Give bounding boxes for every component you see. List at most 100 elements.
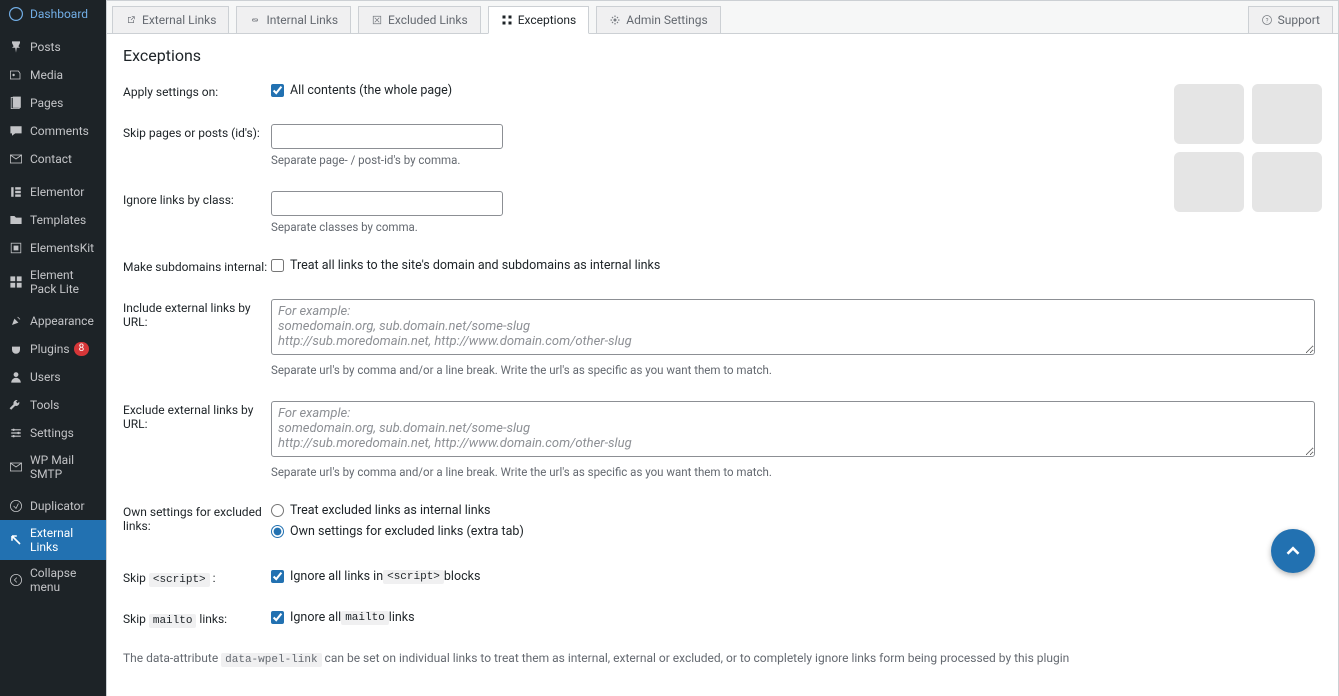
radio-treat-internal[interactable]: Treat excluded links as internal links: [271, 503, 1322, 518]
checkbox-subdomains[interactable]: Treat all links to the site's domain and…: [271, 258, 1322, 273]
sidebar-label: Posts: [30, 40, 61, 54]
tab-label: Internal Links: [266, 13, 338, 27]
help-icon: ?: [1261, 14, 1273, 26]
sidebar-item-appearance[interactable]: Appearance: [0, 307, 106, 335]
include-external-textarea[interactable]: [271, 299, 1315, 355]
tab-external-links[interactable]: External Links: [112, 6, 229, 33]
sidebar-label: Media: [30, 68, 63, 82]
sidebar-item-elementskit[interactable]: ElementsKit: [0, 234, 106, 262]
help-skip-pages: Separate page- / post-id's by comma.: [271, 153, 1322, 167]
mail-icon: [8, 151, 24, 167]
plugins-update-badge: 8: [74, 342, 90, 356]
checkbox-subdomains-input[interactable]: [271, 259, 284, 272]
thumbnail-placeholder: [1174, 84, 1244, 144]
sidebar-item-plugins[interactable]: Plugins8: [0, 335, 106, 363]
ignore-class-input[interactable]: [271, 191, 503, 216]
wrench-icon: [8, 397, 24, 413]
label-ignore-class: Ignore links by class:: [123, 191, 271, 207]
sidebar-item-tools[interactable]: Tools: [0, 391, 106, 419]
sidebar-label: Dashboard: [30, 7, 88, 21]
thumbnail-placeholder: [1252, 152, 1322, 212]
sidebar-label: Users: [30, 370, 61, 384]
main-panel: External Links Internal Links Excluded L…: [106, 0, 1339, 696]
sidebar-label: Templates: [30, 213, 86, 227]
thumbnail-grid: [1174, 84, 1322, 212]
sidebar-item-external-links[interactable]: External Links: [0, 520, 106, 560]
checkbox-skip-script[interactable]: Ignore all links in <script> blocks: [271, 569, 1322, 584]
media-icon: [8, 67, 24, 83]
sidebar-item-elementor[interactable]: Elementor: [0, 178, 106, 206]
sidebar-label: Duplicator: [30, 499, 85, 513]
external-icon: [125, 14, 137, 26]
sidebar-label: WP Mail SMTP: [30, 453, 98, 481]
arrow-up-icon: [1282, 540, 1304, 562]
sidebar-label: ElementsKit: [30, 241, 94, 255]
sidebar-label: Pages: [30, 96, 63, 110]
thumbnail-placeholder: [1252, 84, 1322, 144]
checkbox-skip-mailto[interactable]: Ignore all mailto links: [271, 610, 1322, 625]
checkbox-skip-script-input[interactable]: [271, 570, 284, 583]
scroll-top-button[interactable]: [1271, 529, 1315, 573]
sidebar-label: Appearance: [30, 314, 94, 328]
help-ignore-class: Separate classes by comma.: [271, 220, 1322, 234]
tab-label: Excluded Links: [388, 13, 468, 27]
dashboard-icon: [8, 6, 24, 22]
sidebar-item-contact[interactable]: Contact: [0, 145, 106, 173]
page-title: Exceptions: [123, 46, 1322, 65]
sidebar-item-users[interactable]: Users: [0, 363, 106, 391]
sidebar-item-collapse[interactable]: Collapse menu: [0, 560, 106, 600]
sidebar-label: Comments: [30, 124, 89, 138]
tab-admin-settings[interactable]: Admin Settings: [596, 6, 720, 33]
label-subdomains: Make subdomains internal:: [123, 258, 271, 274]
label-exclude-ext: Exclude external links by URL:: [123, 401, 271, 431]
page-icon: [8, 95, 24, 111]
comment-icon: [8, 123, 24, 139]
folder-icon: [8, 212, 24, 228]
external-link-icon: [8, 532, 24, 548]
sidebar-item-element-pack-lite[interactable]: Element Pack Lite: [0, 262, 106, 302]
tab-excluded-links[interactable]: Excluded Links: [358, 6, 481, 33]
exclude-external-textarea[interactable]: [271, 401, 1315, 457]
radio-own-settings-input[interactable]: [271, 525, 284, 538]
sidebar-item-pages[interactable]: Pages: [0, 89, 106, 117]
tab-support[interactable]: ? Support: [1248, 6, 1333, 33]
duplicator-icon: [8, 498, 24, 514]
label-skip-mailto: Skip mailto links:: [123, 610, 271, 627]
skip-pages-input[interactable]: [271, 124, 503, 149]
help-include-ext: Separate url's by comma and/or a line br…: [271, 363, 1322, 377]
label-apply-on: Apply settings on:: [123, 83, 271, 99]
checkbox-all-contents[interactable]: All contents (the whole page): [271, 83, 1322, 98]
tab-exceptions[interactable]: Exceptions: [488, 6, 590, 34]
kit-icon: [8, 240, 24, 256]
sidebar-item-wp-mail-smtp[interactable]: WP Mail SMTP: [0, 447, 106, 487]
label-include-ext: Include external links by URL:: [123, 299, 271, 329]
tab-label: Admin Settings: [626, 13, 707, 27]
checkbox-skip-mailto-input[interactable]: [271, 611, 284, 624]
radio-own-settings[interactable]: Own settings for excluded links (extra t…: [271, 524, 1322, 539]
sidebar-item-duplicator[interactable]: Duplicator: [0, 492, 106, 520]
gear-icon: [609, 14, 621, 26]
sidebar-item-comments[interactable]: Comments: [0, 117, 106, 145]
sidebar-label: Settings: [30, 426, 74, 440]
brush-icon: [8, 313, 24, 329]
sidebar-label: Collapse menu: [30, 566, 98, 594]
sidebar-item-settings[interactable]: Settings: [0, 419, 106, 447]
thumbnail-placeholder: [1174, 152, 1244, 212]
sidebar-item-templates[interactable]: Templates: [0, 206, 106, 234]
tab-bar: External Links Internal Links Excluded L…: [107, 1, 1338, 34]
admin-sidebar: Dashboard Posts Media Pages Comments Con…: [0, 0, 106, 696]
checkbox-all-contents-input[interactable]: [271, 84, 284, 97]
sidebar-item-media[interactable]: Media: [0, 61, 106, 89]
sidebar-item-dashboard[interactable]: Dashboard: [0, 0, 106, 28]
tab-internal-links[interactable]: Internal Links: [236, 6, 351, 33]
tab-label: Support: [1278, 13, 1320, 27]
exceptions-icon: [501, 14, 513, 26]
footnote: The data-attribute data-wpel-link can be…: [123, 651, 1322, 666]
collapse-icon: [8, 572, 24, 588]
pack-icon: [8, 274, 24, 290]
radio-treat-internal-input[interactable]: [271, 504, 284, 517]
sidebar-item-posts[interactable]: Posts: [0, 33, 106, 61]
help-exclude-ext: Separate url's by comma and/or a line br…: [271, 465, 1322, 479]
settings-icon: [8, 425, 24, 441]
mail-icon: [8, 459, 24, 475]
